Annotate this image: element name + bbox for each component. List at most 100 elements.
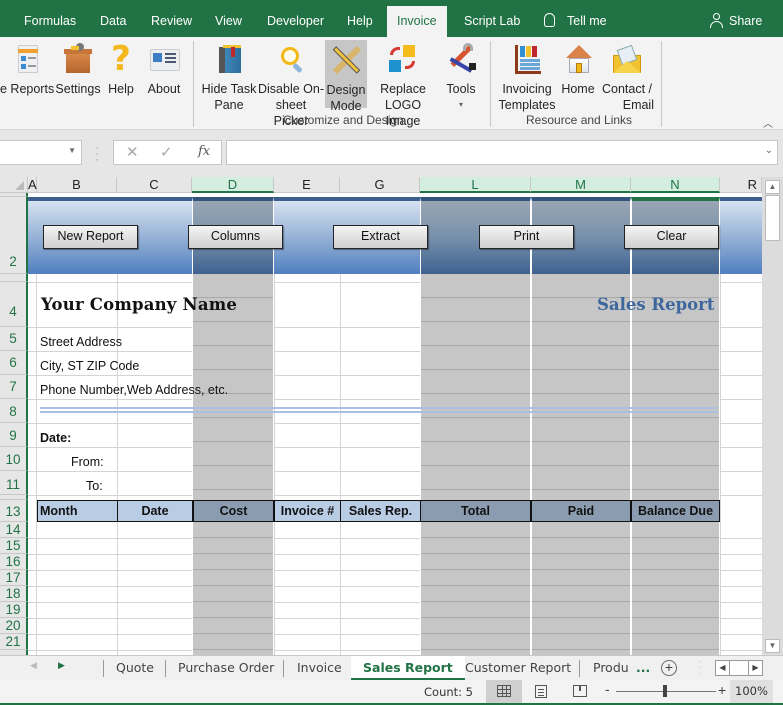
home-button[interactable]: Home [558, 39, 598, 97]
row-header-15[interactable]: 15 [0, 538, 28, 554]
sheet-tab-customer-report[interactable]: Customer Report [465, 656, 571, 680]
header-cost[interactable]: Cost [193, 500, 274, 522]
row-header-16[interactable]: 16 [0, 554, 28, 570]
invoicing-templates-button[interactable]: Invoicing Templates [498, 39, 556, 113]
tell-me-search[interactable]: Tell me [544, 0, 607, 37]
design-mode-button[interactable]: Design Mode [325, 40, 367, 113]
row-header-6[interactable]: 6 [0, 351, 28, 375]
zoom-level[interactable]: 100% [730, 680, 773, 703]
column-header-b[interactable]: B [37, 177, 117, 193]
column-header-c[interactable]: C [117, 177, 192, 193]
contact-email-button[interactable]: Contact / Email [600, 39, 654, 113]
formula-input[interactable]: ⌄ [226, 140, 778, 165]
header-month[interactable]: Month [37, 500, 118, 522]
tab-help[interactable]: Help [347, 0, 373, 37]
header-invoice-number[interactable]: Invoice # [274, 500, 341, 522]
insert-function-icon[interactable]: fx [198, 144, 210, 159]
column-header-l[interactable]: L [420, 177, 531, 193]
row-header-8[interactable]: 8 [0, 399, 28, 423]
zoom-slider-thumb[interactable] [663, 685, 667, 697]
report-title[interactable]: Sales Report [597, 295, 714, 314]
sheet-tab-sales-report[interactable]: Sales Report [351, 656, 465, 680]
column-header-m[interactable]: M [531, 177, 631, 193]
row-header-17[interactable]: 17 [0, 570, 28, 586]
column-header-e[interactable]: E [274, 177, 340, 193]
header-sales-rep[interactable]: Sales Rep. [340, 500, 421, 522]
select-all-button[interactable] [0, 177, 28, 193]
about-button[interactable]: About [143, 39, 185, 97]
tab-formulas[interactable]: Formulas [24, 0, 76, 37]
tools-dropdown[interactable]: Tools ▾ [442, 39, 480, 113]
tab-data[interactable]: Data [100, 0, 126, 37]
header-paid[interactable]: Paid [531, 500, 631, 522]
cancel-icon[interactable]: ✕ [126, 143, 139, 161]
name-box[interactable]: ▼ [0, 140, 82, 165]
column-header-r[interactable]: R [720, 177, 762, 193]
city-state-zip[interactable]: City, ST ZIP Code [40, 359, 139, 373]
row-header-2[interactable]: 2 [0, 197, 28, 274]
column-header-a[interactable]: A [28, 177, 37, 193]
vertical-scrollbar[interactable]: ▲ ▼ [762, 177, 783, 655]
column-header-g[interactable]: G [340, 177, 420, 193]
column-header-n[interactable]: N [631, 177, 720, 193]
row-header-18[interactable]: 18 [0, 586, 28, 602]
hscroll-right-icon[interactable]: ▶ [748, 661, 762, 675]
split-grip-icon[interactable]: · · · [698, 657, 701, 679]
company-name[interactable]: Your Company Name [41, 295, 237, 314]
row-header-19[interactable]: 19 [0, 602, 28, 618]
help-button[interactable]: ? Help [104, 39, 138, 97]
expand-formula-bar-icon[interactable]: ⌄ [765, 145, 773, 156]
tab-invoice[interactable]: Invoice [387, 6, 447, 37]
tab-scroll-left-icon[interactable]: ◀ [30, 660, 37, 671]
header-date[interactable]: Date [117, 500, 193, 522]
tab-view[interactable]: View [215, 0, 242, 37]
row-header-5[interactable]: 5 [0, 327, 28, 351]
tab-developer[interactable]: Developer [267, 0, 324, 37]
reports-button[interactable]: e Reports [0, 39, 56, 97]
hide-task-pane-button[interactable]: Hide Task Pane [201, 39, 257, 113]
sheet-tab-product[interactable]: Produ [593, 656, 629, 680]
extract-button[interactable]: Extract [333, 225, 428, 249]
zoom-in-button[interactable]: + [718, 682, 726, 698]
row-header-9[interactable]: 9 [0, 423, 28, 447]
collapse-ribbon-icon[interactable]: ︿ [763, 115, 773, 130]
row-header-7[interactable]: 7 [0, 375, 28, 399]
zoom-out-button[interactable]: - [605, 681, 610, 697]
formula-bar-grip-icon[interactable]: · · · [95, 141, 99, 165]
print-button[interactable]: Print [479, 225, 574, 249]
scroll-up-button[interactable]: ▲ [765, 180, 780, 194]
horizontal-scrollbar[interactable]: ◀ ▶ [715, 660, 763, 676]
row-header-14[interactable]: 14 [0, 522, 28, 538]
header-total[interactable]: Total [420, 500, 531, 522]
sheet-tab-purchase-order[interactable]: Purchase Order [178, 656, 274, 680]
street-address[interactable]: Street Address [40, 335, 122, 349]
sheet-tab-invoice[interactable]: Invoice [297, 656, 342, 680]
row-header-11[interactable]: 11 [0, 471, 28, 495]
page-break-view-icon[interactable] [573, 685, 587, 697]
scroll-down-button[interactable]: ▼ [765, 639, 780, 653]
sheet-tab-quote[interactable]: Quote [116, 656, 154, 680]
row-header-10[interactable]: 10 [0, 447, 28, 471]
new-sheet-button[interactable]: + [661, 660, 677, 676]
row-header-4[interactable]: 4 [0, 282, 28, 327]
columns-button[interactable]: Columns [188, 225, 283, 249]
new-report-button[interactable]: New Report [43, 225, 138, 249]
more-tabs-button[interactable]: ... [636, 656, 650, 680]
row-header-20[interactable]: 20 [0, 618, 28, 634]
page-layout-view-icon[interactable] [535, 685, 547, 698]
clear-button[interactable]: Clear [624, 225, 719, 249]
header-balance-due[interactable]: Balance Due [631, 500, 720, 522]
share-button[interactable]: Share [710, 0, 762, 37]
column-header-d[interactable]: D [192, 177, 274, 193]
worksheet-grid[interactable]: A B C D E G L M N R 2 4 5 6 7 8 9 10 11 … [0, 177, 762, 655]
row-header-21[interactable]: 21 [0, 634, 28, 650]
row-header-3[interactable] [0, 274, 28, 282]
tab-review[interactable]: Review [151, 0, 192, 37]
hscroll-left-icon[interactable]: ◀ [716, 661, 730, 675]
normal-view-button[interactable] [486, 680, 522, 703]
settings-button[interactable]: Settings [55, 39, 101, 97]
tab-scroll-right-icon[interactable]: ▶ [58, 660, 65, 671]
scroll-thumb[interactable] [765, 195, 780, 241]
name-box-dropdown-icon[interactable]: ▼ [68, 146, 76, 155]
phone-web[interactable]: Phone Number,Web Address, etc. [40, 383, 228, 397]
